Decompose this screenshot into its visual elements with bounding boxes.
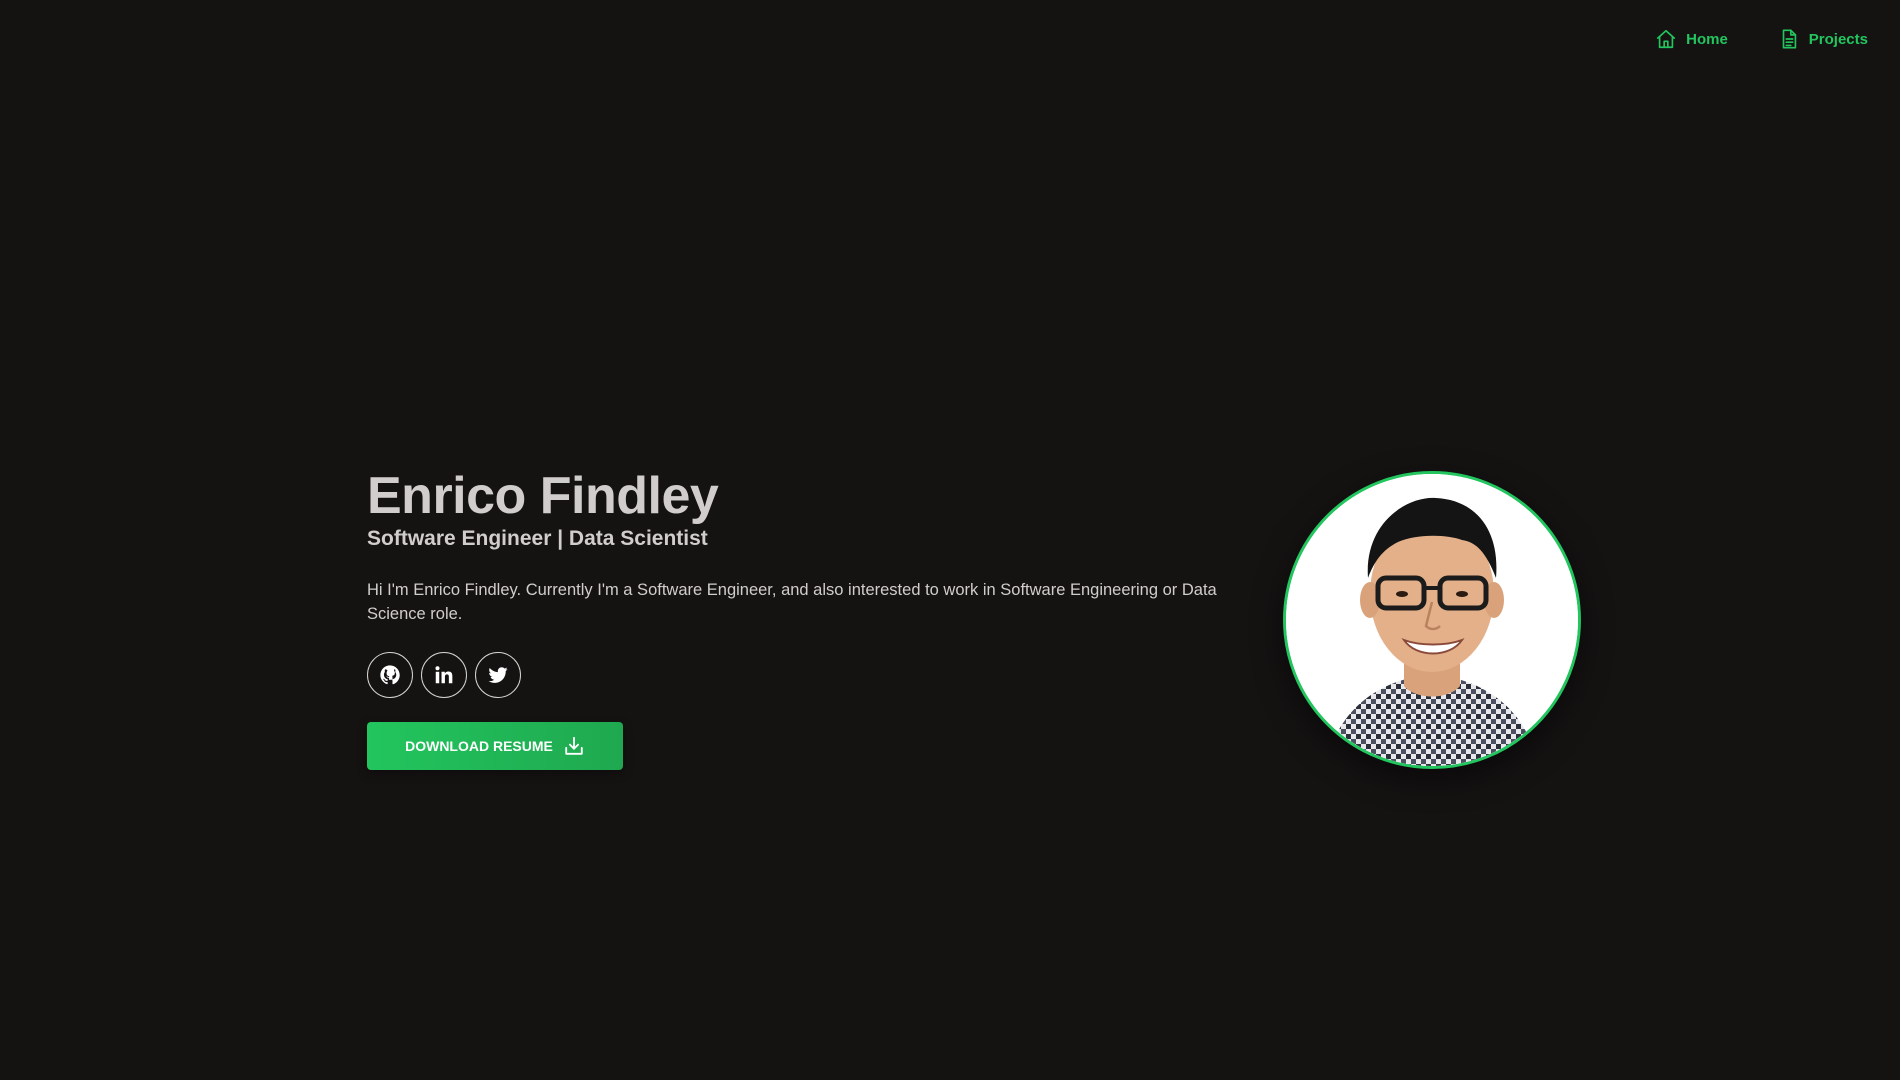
linkedin-button[interactable] — [421, 652, 467, 698]
hero-role: Software Engineer | Data Scientist — [367, 527, 708, 550]
page: Home Projects Enrico Findley Software En… — [0, 0, 1900, 1080]
nav-projects-link[interactable]: Projects — [1778, 28, 1868, 50]
download-resume-label: DOWNLOAD RESUME — [405, 738, 553, 754]
hero-bio: Hi I'm Enrico Findley. Currently I'm a S… — [367, 581, 1217, 623]
github-icon — [379, 664, 401, 686]
github-button[interactable] — [367, 652, 413, 698]
top-nav: Home Projects — [1655, 28, 1868, 50]
linkedin-icon — [433, 664, 455, 686]
twitter-button[interactable] — [475, 652, 521, 698]
nav-home-link[interactable]: Home — [1655, 28, 1728, 50]
home-icon — [1655, 28, 1677, 50]
nav-projects-label: Projects — [1808, 30, 1868, 48]
document-icon — [1778, 28, 1800, 50]
hero-name: Enrico Findley — [367, 467, 719, 525]
download-icon — [563, 735, 585, 757]
profile-photo — [1283, 471, 1581, 769]
twitter-icon — [487, 664, 509, 686]
download-resume-button[interactable]: DOWNLOAD RESUME — [367, 722, 623, 770]
nav-home-label: Home — [1686, 30, 1728, 48]
hero-section: Enrico Findley Software Engineer | Data … — [367, 466, 1227, 770]
social-links — [367, 652, 1227, 698]
